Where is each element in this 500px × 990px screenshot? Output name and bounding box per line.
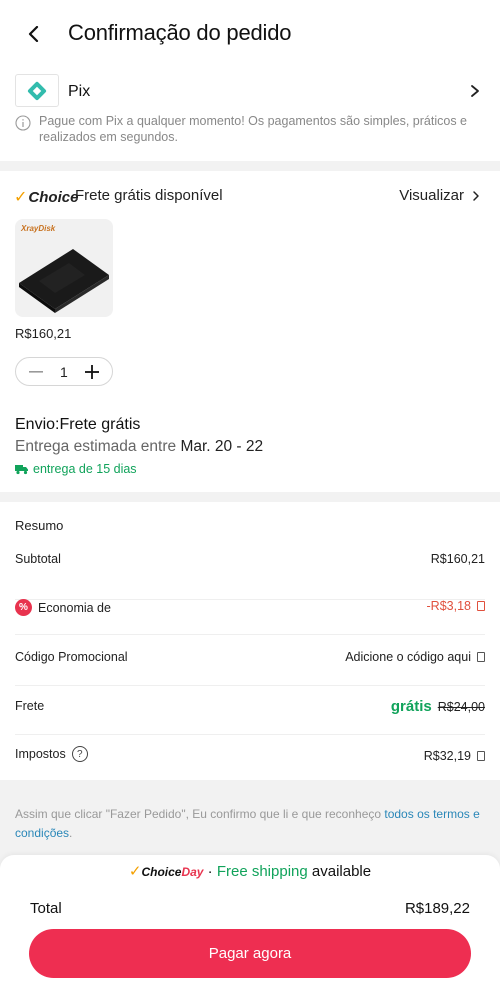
truck-icon — [15, 464, 28, 474]
delivery-days-text: entrega de 15 dias — [33, 462, 137, 476]
page-title: Confirmação do pedido — [68, 20, 292, 45]
view-link[interactable]: Visualizar — [399, 187, 480, 204]
promo-code-row[interactable]: Código Promocional Adicione o código aqu… — [15, 650, 485, 686]
available-text: available — [311, 863, 372, 880]
legal-notice: Assim que clicar "Fazer Pedido", Eu conf… — [15, 805, 485, 843]
chevron-left-icon — [28, 26, 39, 42]
pix-logo — [15, 74, 59, 107]
shipping-fee-row: Frete grátis R$24,00 — [15, 698, 485, 735]
decrease-button[interactable] — [28, 364, 44, 380]
tax-label: Impostos — [15, 747, 66, 761]
product-image[interactable]: XrayDisk — [15, 219, 113, 317]
payment-method-label: Pix — [68, 83, 91, 100]
back-button[interactable] — [22, 22, 46, 46]
pay-now-button[interactable]: Pagar agora — [29, 929, 471, 978]
check-icon: ✓ — [128, 863, 142, 880]
increase-button[interactable] — [84, 364, 100, 380]
choiceday-logo: ChoiceDay — [141, 865, 204, 879]
discount-icon: % — [15, 599, 32, 616]
shipping-old-price: R$24,00 — [437, 699, 485, 714]
section-divider — [0, 492, 500, 502]
payment-method-row[interactable]: Pix — [0, 74, 500, 110]
tax-value: R$32,19 — [423, 749, 471, 763]
free-shipping-promo: Free shipping — [216, 863, 308, 880]
plus-icon — [85, 365, 99, 379]
check-icon: ✓ — [14, 189, 28, 206]
delivery-estimate: Entrega estimada entre Mar. 20 - 22 — [15, 438, 263, 456]
delivery-days: entrega de 15 dias — [15, 462, 137, 476]
help-icon[interactable]: ? — [71, 746, 88, 762]
promo-label: Código Promocional — [15, 650, 128, 664]
choice-logo: ✓ Choice — [14, 188, 79, 207]
shipping-free-value: grátis — [390, 698, 432, 715]
quantity-stepper: 1 — [15, 357, 113, 386]
ssd-drive-image — [19, 249, 109, 313]
checkout-bar: ✓ChoiceDay · Free shipping available Tot… — [0, 855, 500, 990]
copy-icon — [477, 601, 485, 611]
subtotal-label: Subtotal — [15, 552, 61, 566]
payment-info-text: Pague com Pix a qualquer momento! Os pag… — [39, 114, 467, 144]
tax-row[interactable]: Impostos ? R$32,19 — [15, 746, 485, 776]
savings-value: -R$3,18 — [426, 599, 471, 613]
view-label: Visualizar — [399, 187, 464, 204]
legal-end: . — [69, 826, 73, 840]
product-price: R$160,21 — [15, 326, 72, 341]
header: Confirmação do pedido — [0, 0, 500, 70]
estimate-label: Entrega estimada entre — [15, 438, 177, 455]
subtotal-value: R$160,21 — [430, 552, 485, 566]
summary-title: Resumo — [15, 518, 64, 533]
savings-label: Economia de — [38, 600, 111, 615]
total-label: Total — [30, 900, 62, 917]
shipping-fee-value-group: grátis R$24,00 — [391, 698, 485, 715]
shipping-fee-label: Frete — [15, 699, 45, 713]
promo-placeholder: Adicione o código aqui — [345, 650, 471, 664]
estimate-dates: Mar. 20 - 22 — [180, 438, 264, 455]
savings-row[interactable]: % Economia de -R$3,18 — [15, 599, 485, 635]
quantity-value: 1 — [60, 364, 68, 380]
total-value: R$189,22 — [404, 900, 470, 917]
free-shipping-text: Frete grátis disponível — [75, 187, 223, 204]
choiceday-banner: ✓ChoiceDay · Free shipping available — [128, 863, 372, 880]
chevron-right-icon — [473, 190, 479, 201]
tax-value-group: R$32,19 — [424, 749, 485, 763]
shipping-title: Envio:Frete grátis — [15, 416, 141, 433]
choice-row: ✓ Choice Frete grátis disponível Visualiz… — [0, 184, 500, 208]
section-divider — [0, 161, 500, 171]
subtotal-row: Subtotal R$160,21 — [15, 552, 485, 600]
pix-icon — [27, 81, 47, 100]
promo-value-group: Adicione o código aqui — [345, 650, 485, 664]
copy-icon — [477, 652, 485, 662]
chevron-right-icon — [471, 85, 479, 97]
legal-text: Assim que clicar "Fazer Pedido", Eu conf… — [15, 807, 385, 821]
minus-icon — [29, 371, 43, 373]
copy-icon — [477, 751, 485, 761]
tax-label-group: Impostos ? — [15, 746, 88, 762]
savings-value-group: -R$3,18 — [427, 599, 485, 613]
savings-label-group: % Economia de — [15, 599, 111, 616]
info-icon — [15, 115, 31, 131]
